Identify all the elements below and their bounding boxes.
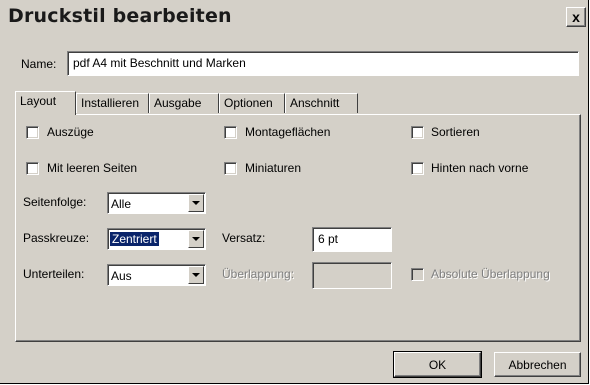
miniaturen-checkbox[interactable] [224, 162, 237, 175]
close-button[interactable]: x [566, 7, 586, 27]
absolute-ueberlappung-label: Absolute Überlappung [431, 267, 550, 281]
seitenfolge-label: Seitenfolge: [23, 195, 87, 209]
seitenfolge-value: Alle [111, 197, 132, 211]
miniaturen-label: Miniaturen [245, 161, 302, 175]
tab-anschnitt[interactable]: Anschnitt [285, 93, 358, 113]
auszuege-checkbox[interactable] [26, 126, 39, 139]
name-label: Name: [21, 57, 57, 71]
tab-optionen-label: Optionen [224, 96, 273, 110]
dialog-window: Druckstil bearbeiten x Name: pdf A4 mit … [0, 0, 589, 384]
title-bar[interactable]: Druckstil bearbeiten x [3, 5, 586, 31]
unterteilen-dropdown-button[interactable] [188, 266, 204, 284]
auszuege-label: Auszüge [47, 125, 94, 139]
cancel-button[interactable]: Abbrechen [494, 352, 581, 377]
versatz-value: 6 pt [318, 232, 339, 246]
name-input[interactable]: pdf A4 mit Beschnitt und Marken [67, 51, 579, 76]
ueberlappung-input[interactable] [312, 262, 392, 289]
montageflaechen-label: Montageflächen [245, 125, 331, 139]
sortieren-label: Sortieren [431, 125, 480, 139]
ok-button-label: OK [428, 357, 447, 372]
versatz-label: Versatz: [222, 231, 266, 245]
seitenfolge-dropdown-button[interactable] [188, 194, 204, 212]
tab-ausgabe-label: Ausgabe [154, 96, 202, 110]
tab-installieren[interactable]: Installieren [76, 93, 149, 113]
chevron-down-icon [192, 237, 200, 241]
tab-ausgabe[interactable]: Ausgabe [149, 93, 219, 113]
chevron-down-icon [192, 201, 200, 205]
passkreuze-label: Passkreuze: [23, 231, 90, 245]
close-icon: x [572, 9, 580, 25]
unterteilen-select[interactable]: Aus [107, 264, 206, 286]
tab-layout-label: Layout [20, 94, 57, 108]
passkreuze-value: Zentriert [109, 231, 160, 247]
absolute-ueberlappung-checkbox[interactable] [411, 268, 424, 281]
tab-anschnitt-label: Anschnitt [290, 96, 340, 110]
cancel-button-label: Abbrechen [508, 357, 567, 372]
unterteilen-value: Aus [111, 269, 132, 283]
passkreuze-select[interactable]: Zentriert [107, 228, 206, 250]
versatz-input[interactable]: 6 pt [312, 227, 392, 252]
sortieren-checkbox[interactable] [411, 126, 424, 139]
chevron-down-icon [192, 273, 200, 277]
hinten-nach-vorne-label: Hinten nach vorne [431, 161, 529, 175]
unterteilen-label: Unterteilen: [23, 267, 85, 281]
passkreuze-dropdown-button[interactable] [188, 230, 204, 248]
tab-optionen[interactable]: Optionen [219, 93, 285, 113]
montageflaechen-checkbox[interactable] [224, 126, 237, 139]
mit-leeren-seiten-checkbox[interactable] [26, 162, 39, 175]
tab-layout[interactable]: Layout [15, 91, 76, 115]
tab-panel-layout [15, 114, 581, 342]
hinten-nach-vorne-checkbox[interactable] [411, 162, 424, 175]
ok-button[interactable]: OK [393, 351, 482, 378]
window-title: Druckstil bearbeiten [8, 5, 232, 27]
mit-leeren-seiten-label: Mit leeren Seiten [47, 161, 138, 175]
seitenfolge-select[interactable]: Alle [107, 192, 206, 214]
ueberlappung-label: Überlappung: [222, 267, 295, 281]
name-input-value: pdf A4 mit Beschnitt und Marken [73, 56, 246, 70]
tab-installieren-label: Installieren [81, 96, 140, 110]
